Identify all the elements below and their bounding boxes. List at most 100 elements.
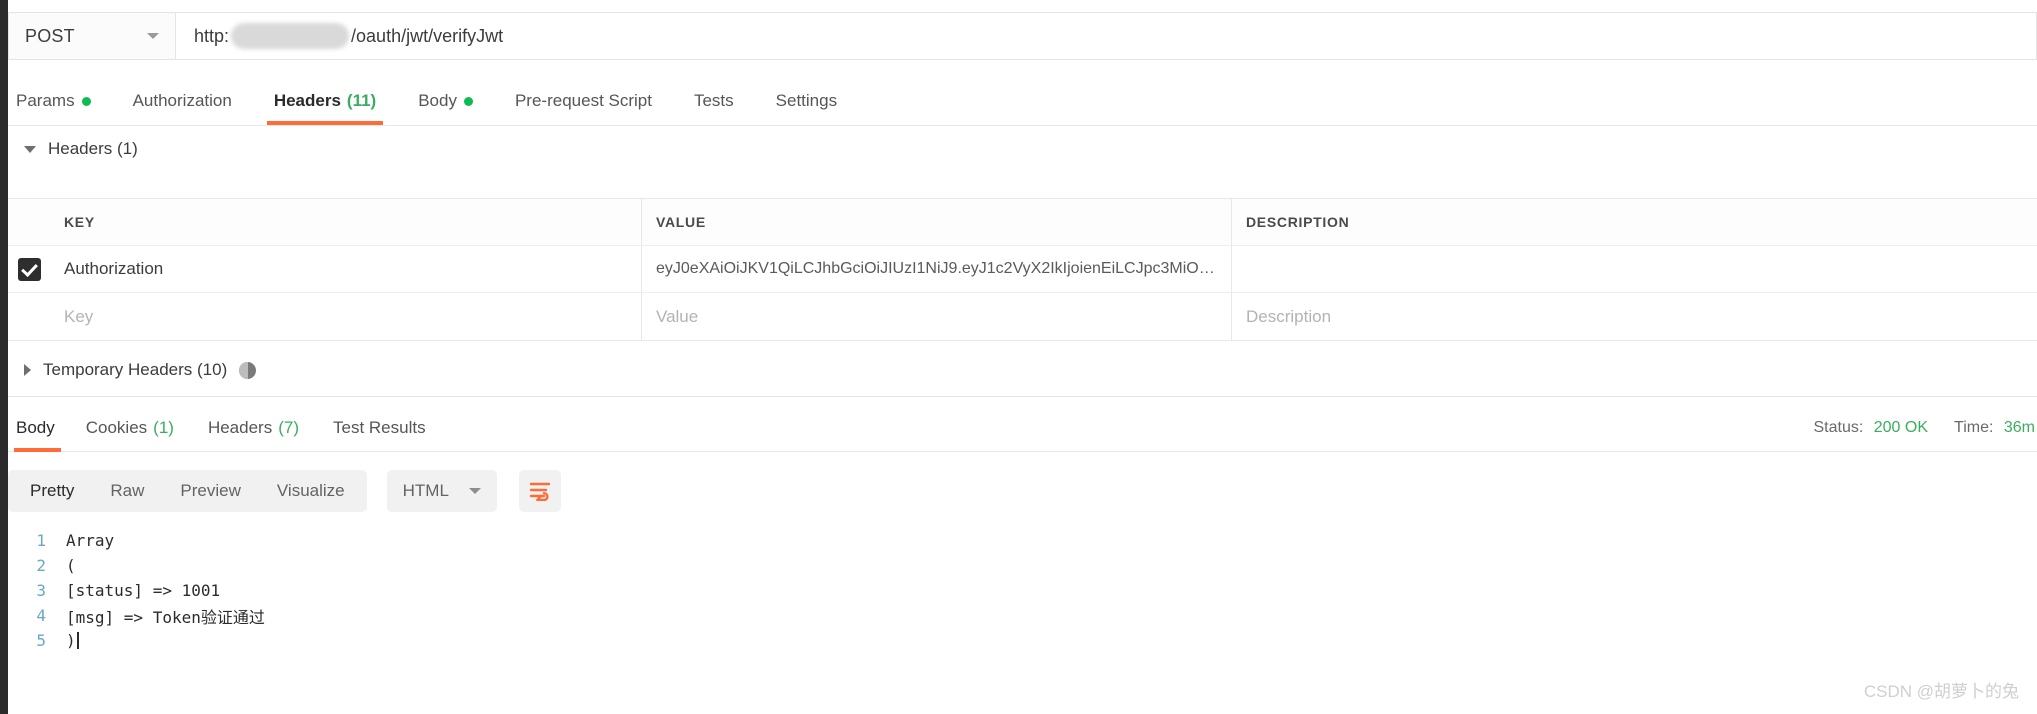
- row-key-text: Authorization: [64, 259, 164, 278]
- line-number: 5: [36, 631, 46, 650]
- tab-tests[interactable]: Tests: [673, 77, 755, 125]
- chevron-down-icon: [147, 33, 159, 39]
- response-tab-cookies-label: Cookies: [85, 417, 148, 437]
- response-body-toolbar: Pretty Raw Preview Visualize HTML: [8, 470, 561, 512]
- view-raw-button[interactable]: Raw: [92, 474, 162, 508]
- response-meta: Status: 200 OK Time: 36m: [1787, 419, 2037, 437]
- status-badge: 200 OK: [1873, 418, 1929, 436]
- response-tab-test-results[interactable]: Test Results: [316, 404, 443, 452]
- response-tab-body[interactable]: Body: [8, 404, 69, 452]
- view-pretty-label: Pretty: [30, 481, 75, 500]
- tab-headers[interactable]: Headers (11): [253, 77, 397, 125]
- line-number: 3: [36, 581, 46, 600]
- tab-authorization-label: Authorization: [132, 91, 232, 110]
- triangle-down-icon: [24, 145, 36, 153]
- info-icon[interactable]: [239, 361, 257, 379]
- view-mode-group: Pretty Raw Preview Visualize: [8, 470, 367, 512]
- new-value-placeholder: Value: [656, 306, 699, 326]
- tab-settings[interactable]: Settings: [755, 77, 858, 125]
- request-url-bar: POST http: /oauth/jwt/verifyJwt: [8, 12, 2037, 60]
- watermark-text: CSDN @胡萝卜的兔: [1863, 682, 2019, 701]
- table-row: Authorization eyJ0eXAiOiJKV1QiLCJhbGciOi…: [8, 246, 2037, 293]
- response-body-code[interactable]: 1 Array 2 ( 3 [status] => 1001 4 [msg] =…: [8, 528, 2037, 668]
- header-checkbox-column: [8, 199, 50, 245]
- status-label: Status:: [1813, 418, 1864, 436]
- wrap-lines-icon: [529, 482, 550, 501]
- triangle-right-icon: [24, 364, 31, 376]
- row-key-cell[interactable]: Authorization: [50, 246, 642, 292]
- tab-params-label: Params: [16, 91, 75, 110]
- http-method-label: POST: [25, 25, 75, 46]
- tab-body[interactable]: Body: [397, 77, 494, 125]
- response-tab-body-label: Body: [16, 417, 55, 437]
- code-line: 3 [status] => 1001: [8, 578, 2037, 603]
- line-number: 2: [36, 556, 46, 575]
- row-value-text: eyJ0eXAiOiJKV1QiLCJhbGciOiJIUzI1NiJ9.eyJ…: [656, 260, 1217, 277]
- response-tab-headers[interactable]: Headers (7): [191, 404, 316, 452]
- temporary-headers-toggle[interactable]: Temporary Headers (10): [8, 350, 257, 390]
- response-tab-cookies-count: (1): [153, 417, 174, 437]
- tab-settings-label: Settings: [775, 91, 838, 110]
- status-group[interactable]: Status: 200 OK: [1813, 419, 1928, 437]
- code-line: 2 (: [8, 553, 2037, 578]
- time-value: 36m: [2003, 418, 2035, 436]
- checkbox-checked-icon: [17, 257, 41, 281]
- line-number: 4: [36, 606, 46, 625]
- modified-dot-icon: [81, 96, 91, 106]
- response-divider: [8, 396, 2037, 397]
- tab-pre-request-script[interactable]: Pre-request Script: [494, 77, 673, 125]
- view-preview-label: Preview: [180, 481, 241, 500]
- tab-params[interactable]: Params: [8, 77, 112, 125]
- headers-section-toggle[interactable]: Headers (1): [8, 128, 608, 170]
- left-edge-rail: [0, 0, 8, 714]
- line-content: (: [66, 556, 76, 575]
- format-dropdown[interactable]: HTML: [386, 470, 497, 512]
- url-prefix-text: http:: [194, 25, 230, 46]
- line-content: Array: [66, 531, 115, 550]
- line-content: ): [66, 631, 76, 650]
- tab-authorization[interactable]: Authorization: [112, 77, 253, 125]
- row-value-cell[interactable]: eyJ0eXAiOiJKV1QiLCJhbGciOiJIUzI1NiJ9.eyJ…: [642, 246, 1232, 292]
- view-visualize-button[interactable]: Visualize: [259, 474, 363, 508]
- text-cursor: [76, 632, 79, 649]
- temporary-headers-label: Temporary Headers (10): [43, 360, 228, 379]
- new-key-placeholder: Key: [64, 306, 94, 326]
- line-content: [status] => 1001: [66, 581, 221, 600]
- new-value-input[interactable]: Value: [642, 293, 1232, 340]
- request-tab-bar: Params Authorization Headers (11) Body P…: [8, 78, 2037, 126]
- code-line: 4 [msg] => Token验证通过: [8, 603, 2037, 628]
- table-row-placeholder: Key Value Description: [8, 293, 2037, 340]
- view-pretty-button[interactable]: Pretty: [12, 474, 92, 508]
- url-suffix-text: /oauth/jwt/verifyJwt: [351, 25, 504, 46]
- http-method-dropdown[interactable]: POST: [8, 12, 176, 60]
- code-line: 1 Array: [8, 528, 2037, 553]
- new-key-input[interactable]: Key: [50, 293, 642, 340]
- tab-body-label: Body: [418, 91, 457, 110]
- column-header-key: KEY: [50, 199, 642, 245]
- column-header-description: DESCRIPTION: [1246, 214, 1350, 230]
- code-line: 5 ): [8, 628, 2037, 653]
- wrap-lines-button[interactable]: [518, 470, 561, 512]
- time-label: Time:: [1954, 418, 1994, 436]
- response-tab-cookies[interactable]: Cookies (1): [69, 404, 191, 452]
- format-label: HTML: [402, 481, 449, 500]
- row-enable-checkbox[interactable]: [8, 246, 50, 292]
- column-header-value: VALUE: [642, 199, 1232, 245]
- placeholder-checkbox-cell: [8, 293, 50, 340]
- view-preview-button[interactable]: Preview: [162, 474, 258, 508]
- time-group[interactable]: Time: 36m: [1954, 419, 2035, 437]
- new-description-input[interactable]: Description: [1232, 293, 2037, 340]
- headers-section-title: Headers (1): [48, 139, 138, 158]
- line-content: [msg] => Token验证通过: [66, 607, 265, 627]
- tab-headers-label: Headers: [273, 91, 341, 110]
- response-tab-headers-label: Headers: [207, 417, 273, 437]
- chevron-down-icon: [468, 488, 481, 494]
- response-tab-headers-count: (7): [278, 417, 299, 437]
- request-url-input[interactable]: http: /oauth/jwt/verifyJwt: [176, 12, 2037, 60]
- tab-headers-count: (11): [346, 91, 377, 110]
- new-description-placeholder: Description: [1246, 306, 1332, 326]
- row-description-cell[interactable]: [1232, 246, 2037, 292]
- response-tab-test-results-label: Test Results: [333, 417, 426, 437]
- view-visualize-label: Visualize: [276, 481, 345, 500]
- tab-pre-request-script-label: Pre-request Script: [514, 91, 652, 110]
